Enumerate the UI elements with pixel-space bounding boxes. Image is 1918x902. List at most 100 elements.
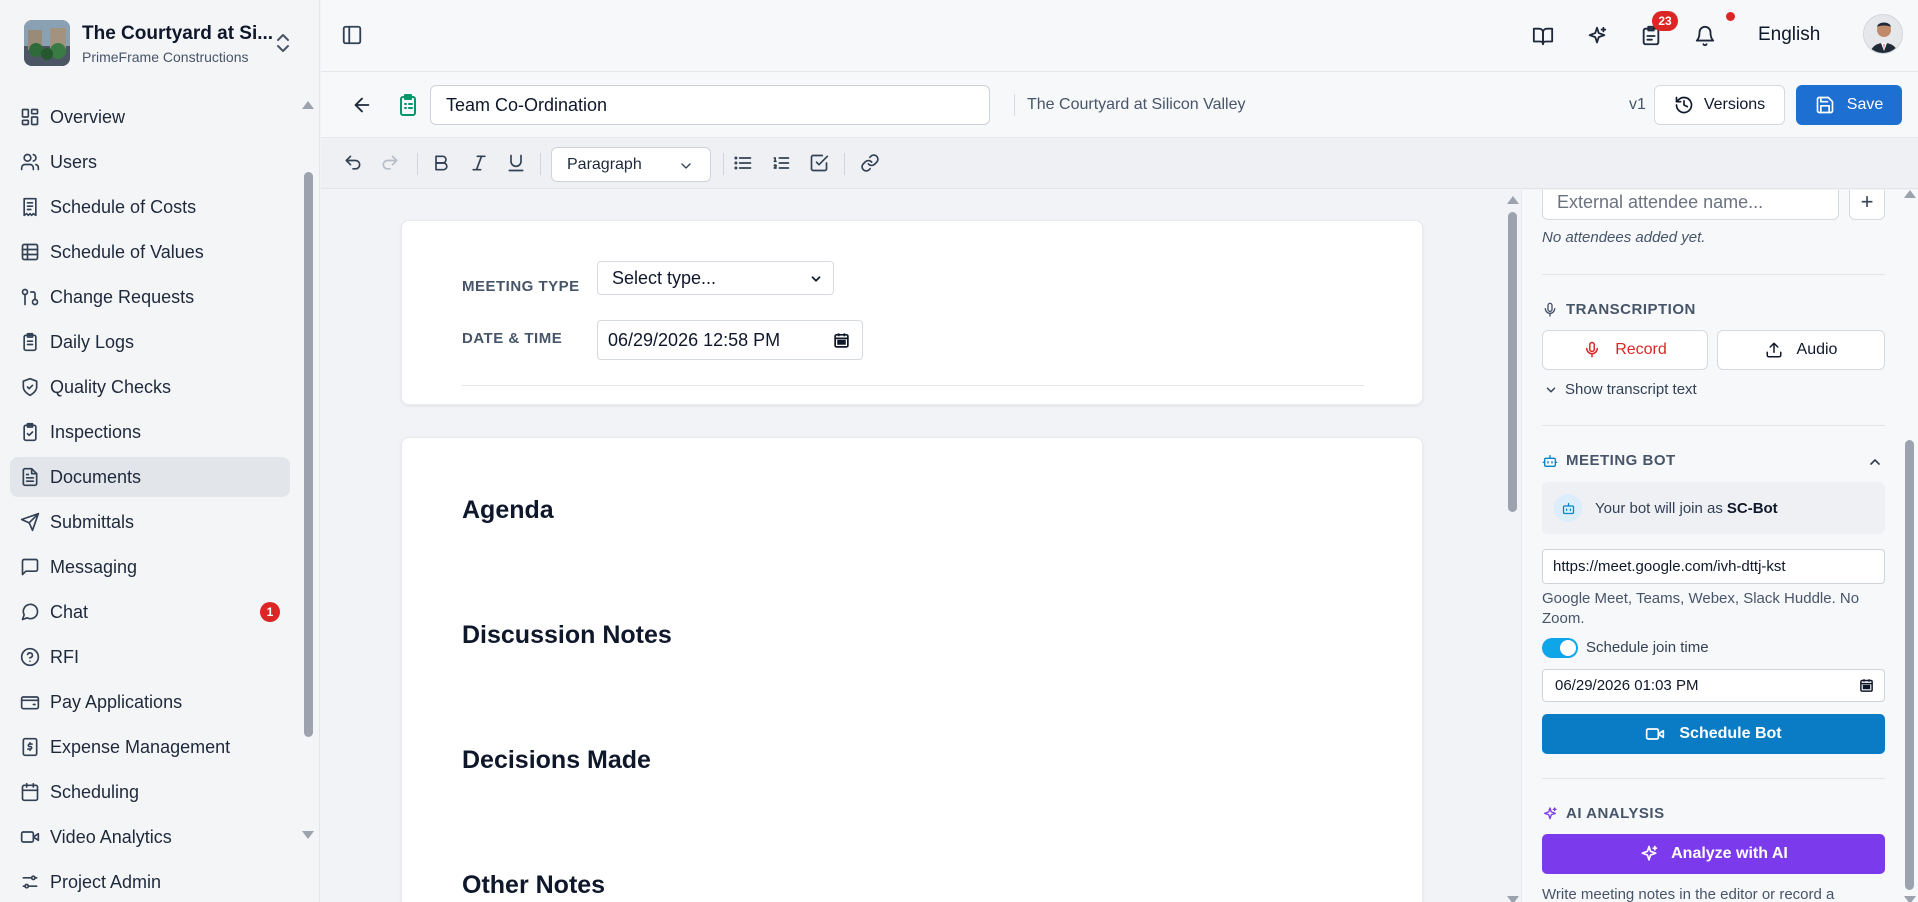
back-arrow-icon[interactable] bbox=[351, 94, 373, 116]
scroll-up-arrow[interactable] bbox=[302, 101, 314, 109]
sidebar-item-schedule-of-costs[interactable]: Schedule of Costs bbox=[10, 187, 290, 227]
chevron-up-icon[interactable] bbox=[1867, 454, 1883, 470]
meeting-bot-title: MEETING BOT bbox=[1566, 452, 1676, 469]
scroll-down-arrow[interactable] bbox=[1507, 896, 1519, 902]
versions-button[interactable]: Versions bbox=[1654, 85, 1785, 125]
undo-icon[interactable] bbox=[343, 153, 363, 173]
redo-icon[interactable] bbox=[380, 153, 400, 173]
language-selector[interactable]: English bbox=[1758, 24, 1820, 46]
sidebar-item-scheduling[interactable]: Scheduling bbox=[10, 772, 290, 812]
sidebar-item-pay-applications[interactable]: Pay Applications bbox=[10, 682, 290, 722]
schedule-bot-button[interactable]: Schedule Bot bbox=[1542, 714, 1885, 754]
no-attendees-text: No attendees added yet. bbox=[1542, 229, 1706, 246]
message-square-icon bbox=[20, 557, 40, 577]
sidebar-item-label: Messaging bbox=[50, 556, 138, 577]
save-icon bbox=[1815, 95, 1835, 115]
sidebar-item-daily-logs[interactable]: Daily Logs bbox=[10, 322, 290, 362]
file-text-icon bbox=[20, 467, 40, 487]
sparkles-icon[interactable] bbox=[1586, 25, 1608, 47]
sidebar-item-change-requests[interactable]: Change Requests bbox=[10, 277, 290, 317]
sidebar-item-label: Project Admin bbox=[50, 871, 162, 892]
date-time-input[interactable]: 06/29/2026 12:58 PM bbox=[597, 320, 863, 360]
sidebar-item-overview[interactable]: Overview bbox=[10, 97, 290, 137]
checklist-icon[interactable] bbox=[809, 153, 829, 173]
upload-audio-button[interactable]: Audio bbox=[1717, 330, 1885, 370]
sidebar-toggle-icon[interactable] bbox=[341, 24, 363, 46]
toolbar-divider bbox=[417, 153, 418, 175]
meeting-type-value: Select type... bbox=[612, 267, 717, 288]
sidebar-item-label: Scheduling bbox=[50, 781, 140, 802]
record-button[interactable]: Record bbox=[1542, 330, 1708, 370]
meeting-url-input[interactable] bbox=[1542, 549, 1885, 584]
editor-scrollbar[interactable] bbox=[1506, 190, 1520, 902]
analyze-with-ai-button[interactable]: Analyze with AI bbox=[1542, 834, 1885, 874]
sidebar-item-quality-checks[interactable]: Quality Checks bbox=[10, 367, 290, 407]
document-title-input[interactable] bbox=[430, 85, 990, 125]
sidebar-item-documents[interactable]: Documents bbox=[10, 457, 290, 497]
calendar-icon[interactable] bbox=[1859, 678, 1874, 693]
project-organization: PrimeFrame Constructions bbox=[82, 49, 249, 65]
sidebar-item-inspections[interactable]: Inspections bbox=[10, 412, 290, 452]
notes-editor[interactable]: Agenda Discussion Notes Decisions Made O… bbox=[401, 437, 1423, 902]
decisions-made-heading[interactable]: Decisions Made bbox=[462, 746, 651, 775]
sidebar-item-label: Schedule of Values bbox=[50, 241, 204, 262]
book-open-icon[interactable] bbox=[1532, 25, 1554, 47]
external-attendee-input[interactable] bbox=[1542, 190, 1839, 220]
date-time-label: DATE & TIME bbox=[462, 330, 563, 347]
clipboard-list-icon bbox=[396, 92, 420, 118]
sidebar-item-submittals[interactable]: Submittals bbox=[10, 502, 290, 542]
add-attendee-button[interactable]: + bbox=[1849, 190, 1885, 220]
sidebar-item-video-analytics[interactable]: Video Analytics bbox=[10, 817, 290, 857]
agenda-heading[interactable]: Agenda bbox=[462, 496, 554, 525]
project-switcher[interactable]: The Courtyard at Si... PrimeFrame Constr… bbox=[24, 20, 314, 70]
discussion-notes-heading[interactable]: Discussion Notes bbox=[462, 621, 672, 650]
schedule-bot-label: Schedule Bot bbox=[1679, 725, 1782, 742]
block-style-select[interactable]: Paragraph bbox=[551, 147, 711, 182]
scroll-down-arrow[interactable] bbox=[302, 831, 314, 839]
join-time-value: 06/29/2026 01:03 PM bbox=[1555, 677, 1699, 694]
sidebar-item-label: Change Requests bbox=[50, 286, 195, 307]
ai-hint-text: Write meeting notes in the editor or rec… bbox=[1542, 886, 1835, 902]
link-icon[interactable] bbox=[860, 153, 880, 173]
bold-icon[interactable] bbox=[431, 153, 451, 173]
scrollbar-thumb[interactable] bbox=[1508, 212, 1517, 512]
scroll-up-arrow[interactable] bbox=[1904, 190, 1916, 198]
sidebar-item-expense-management[interactable]: Expense Management bbox=[10, 727, 290, 767]
sidebar-item-chat[interactable]: Chat 1 bbox=[10, 592, 290, 632]
user-avatar[interactable] bbox=[1863, 14, 1903, 54]
scroll-up-arrow[interactable] bbox=[1507, 196, 1519, 204]
sidebar-scrollbar[interactable] bbox=[302, 97, 316, 843]
schedule-join-toggle[interactable] bbox=[1542, 638, 1578, 658]
other-notes-heading[interactable]: Other Notes bbox=[462, 871, 605, 900]
panel-scrollbar[interactable] bbox=[1903, 190, 1917, 902]
analyze-label: Analyze with AI bbox=[1671, 845, 1788, 862]
italic-icon[interactable] bbox=[469, 153, 489, 173]
numbered-list-icon[interactable] bbox=[771, 153, 791, 173]
sidebar-item-label: Inspections bbox=[50, 421, 142, 442]
receipt-icon bbox=[20, 197, 40, 217]
underline-icon[interactable] bbox=[506, 153, 526, 173]
help-circle-icon bbox=[20, 647, 40, 667]
scrollbar-thumb[interactable] bbox=[304, 172, 313, 737]
plus-icon: + bbox=[1860, 190, 1874, 214]
meeting-bot-section-title: MEETING BOT bbox=[1542, 452, 1676, 469]
bot-join-text: Your bot will join as bbox=[1595, 499, 1723, 517]
project-context: The Courtyard at Silicon Valley bbox=[1027, 96, 1246, 113]
show-transcript-toggle[interactable]: Show transcript text bbox=[1544, 381, 1697, 398]
sidebar-item-schedule-of-values[interactable]: Schedule of Values bbox=[10, 232, 290, 272]
top-bar: 23 English bbox=[321, 0, 1918, 72]
bullet-list-icon[interactable] bbox=[733, 153, 753, 173]
sidebar-item-users[interactable]: Users bbox=[10, 142, 290, 182]
history-icon bbox=[1674, 95, 1694, 115]
scroll-down-arrow[interactable] bbox=[1904, 896, 1916, 902]
join-time-input[interactable]: 06/29/2026 01:03 PM bbox=[1542, 669, 1885, 702]
calendar-icon[interactable] bbox=[833, 332, 850, 349]
scrollbar-thumb[interactable] bbox=[1905, 440, 1914, 890]
sliders-icon bbox=[20, 872, 40, 892]
sidebar-item-project-admin[interactable]: Project Admin bbox=[10, 862, 290, 902]
save-button[interactable]: Save bbox=[1796, 85, 1902, 125]
sidebar-item-rfi[interactable]: RFI bbox=[10, 637, 290, 677]
sidebar-item-messaging[interactable]: Messaging bbox=[10, 547, 290, 587]
bell-icon[interactable] bbox=[1694, 25, 1716, 47]
meeting-type-select[interactable]: Select type... bbox=[597, 261, 834, 295]
